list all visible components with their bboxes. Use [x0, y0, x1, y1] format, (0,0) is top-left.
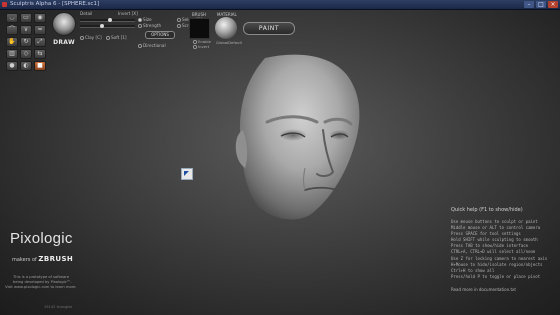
pinch-tool-icon[interactable]: ⌒	[6, 25, 18, 35]
detail-slider[interactable]	[80, 18, 135, 22]
draw-tool-icon[interactable]: ◡	[6, 13, 18, 23]
material-name: GlobalDefault	[216, 40, 242, 45]
detail-label: Detail	[80, 11, 93, 16]
brush-invert-radio[interactable]	[193, 45, 197, 49]
paint-button[interactable]: PAINT	[243, 22, 295, 35]
quick-help-footer: Read more in documentation.txt	[451, 286, 516, 292]
size-option[interactable]: Size	[138, 17, 152, 22]
brush-alpha-thumbnail[interactable]	[189, 18, 210, 39]
quick-help-line: H+Mouse to hide/isolate region/objects	[451, 261, 543, 267]
pointer-cursor-icon	[181, 168, 193, 180]
strength-slider-knob[interactable]	[100, 24, 105, 28]
directional-radio[interactable]	[138, 44, 142, 48]
inflate-tool-icon[interactable]: ◉	[34, 13, 46, 23]
soft-option[interactable]: Soft [1]	[106, 35, 127, 40]
scale-tool-icon[interactable]: ⤢	[34, 37, 46, 47]
close-button[interactable]: ×	[548, 1, 558, 8]
brush-invert-option[interactable]: Invert	[193, 44, 211, 49]
clay-radio[interactable]	[80, 36, 84, 40]
zbrush-logo: ZBRUSH	[38, 255, 74, 263]
maximize-button[interactable]: □	[536, 1, 546, 8]
minimize-button[interactable]: –	[524, 1, 534, 8]
pixologic-logo: Pixologic	[10, 230, 73, 247]
grab-tool-icon[interactable]: ✋	[6, 37, 18, 47]
quick-help-panel: Quick help (F1 to show/hide) Use mouse b…	[451, 207, 556, 292]
title-bar: Sculptris Alpha 6 - [SPHERE.sc1] – □ ×	[0, 0, 560, 10]
clay-option[interactable]: Clay [C]	[80, 35, 102, 40]
mask-tool-icon[interactable]: ▥	[6, 49, 18, 59]
scroll-radio[interactable]	[177, 24, 181, 28]
strength-option[interactable]: Strength	[138, 23, 161, 28]
material-preview-sphere[interactable]	[215, 17, 237, 39]
tool-palette: ◡ ▭ ◉ ⌒ ∨ ≈ ✋ ↻ ⤢ ▥ ◇ ⇆ ● ◐ ■	[6, 13, 46, 71]
flatten-tool-icon[interactable]: ▭	[20, 13, 32, 23]
quick-help-line: Press/hold P to toggle or place pivot	[451, 273, 541, 279]
quick-help-title: Quick help (F1 to show/hide)	[451, 207, 523, 213]
soft-radio[interactable]	[106, 36, 110, 40]
active-tool-label: DRAW	[53, 39, 75, 46]
makers-of-line: makers of ZBRUSH	[12, 255, 74, 263]
strength-slider[interactable]	[80, 24, 135, 28]
brush-a-icon[interactable]: ●	[6, 61, 18, 71]
triangle-count: 19142 triangles	[44, 305, 73, 309]
brush-options: Enable Invert	[193, 39, 211, 49]
select-radio[interactable]	[177, 18, 181, 22]
visit-link-text: Visit www.pixologic.com to learn more.	[5, 285, 77, 289]
detail-slider-knob[interactable]	[108, 18, 113, 22]
invert-label: Invert [X]	[118, 11, 138, 16]
crease-tool-icon[interactable]: ∨	[20, 25, 32, 35]
paint-mode-icon[interactable]: ■	[34, 61, 46, 71]
quick-help-line: Use Z for locking camera to nearest axis	[451, 255, 548, 261]
symmetry-tool-icon[interactable]: ⇆	[34, 49, 46, 59]
size-radio[interactable]	[138, 18, 142, 22]
brush-b-icon[interactable]: ◐	[20, 61, 32, 71]
smooth-tool-icon[interactable]: ≈	[34, 25, 46, 35]
brush-panel-label: BRUSH	[192, 12, 206, 17]
active-tool-display[interactable]: DRAW	[50, 12, 78, 46]
rotate-tool-icon[interactable]: ↻	[20, 37, 32, 47]
app-icon	[2, 2, 7, 7]
window-title: Sculptris Alpha 6 - [SPHERE.sc1]	[10, 1, 100, 7]
prototype-info: This is a prototype of software being de…	[5, 275, 77, 289]
reduce-tool-icon[interactable]: ◇	[20, 49, 32, 59]
options-button[interactable]: OPTIONS	[145, 31, 175, 39]
directional-option[interactable]: Directional	[138, 43, 166, 48]
strength-radio[interactable]	[138, 24, 142, 28]
sculpted-head-model[interactable]	[205, 50, 380, 225]
draw-brush-icon[interactable]	[52, 12, 76, 36]
